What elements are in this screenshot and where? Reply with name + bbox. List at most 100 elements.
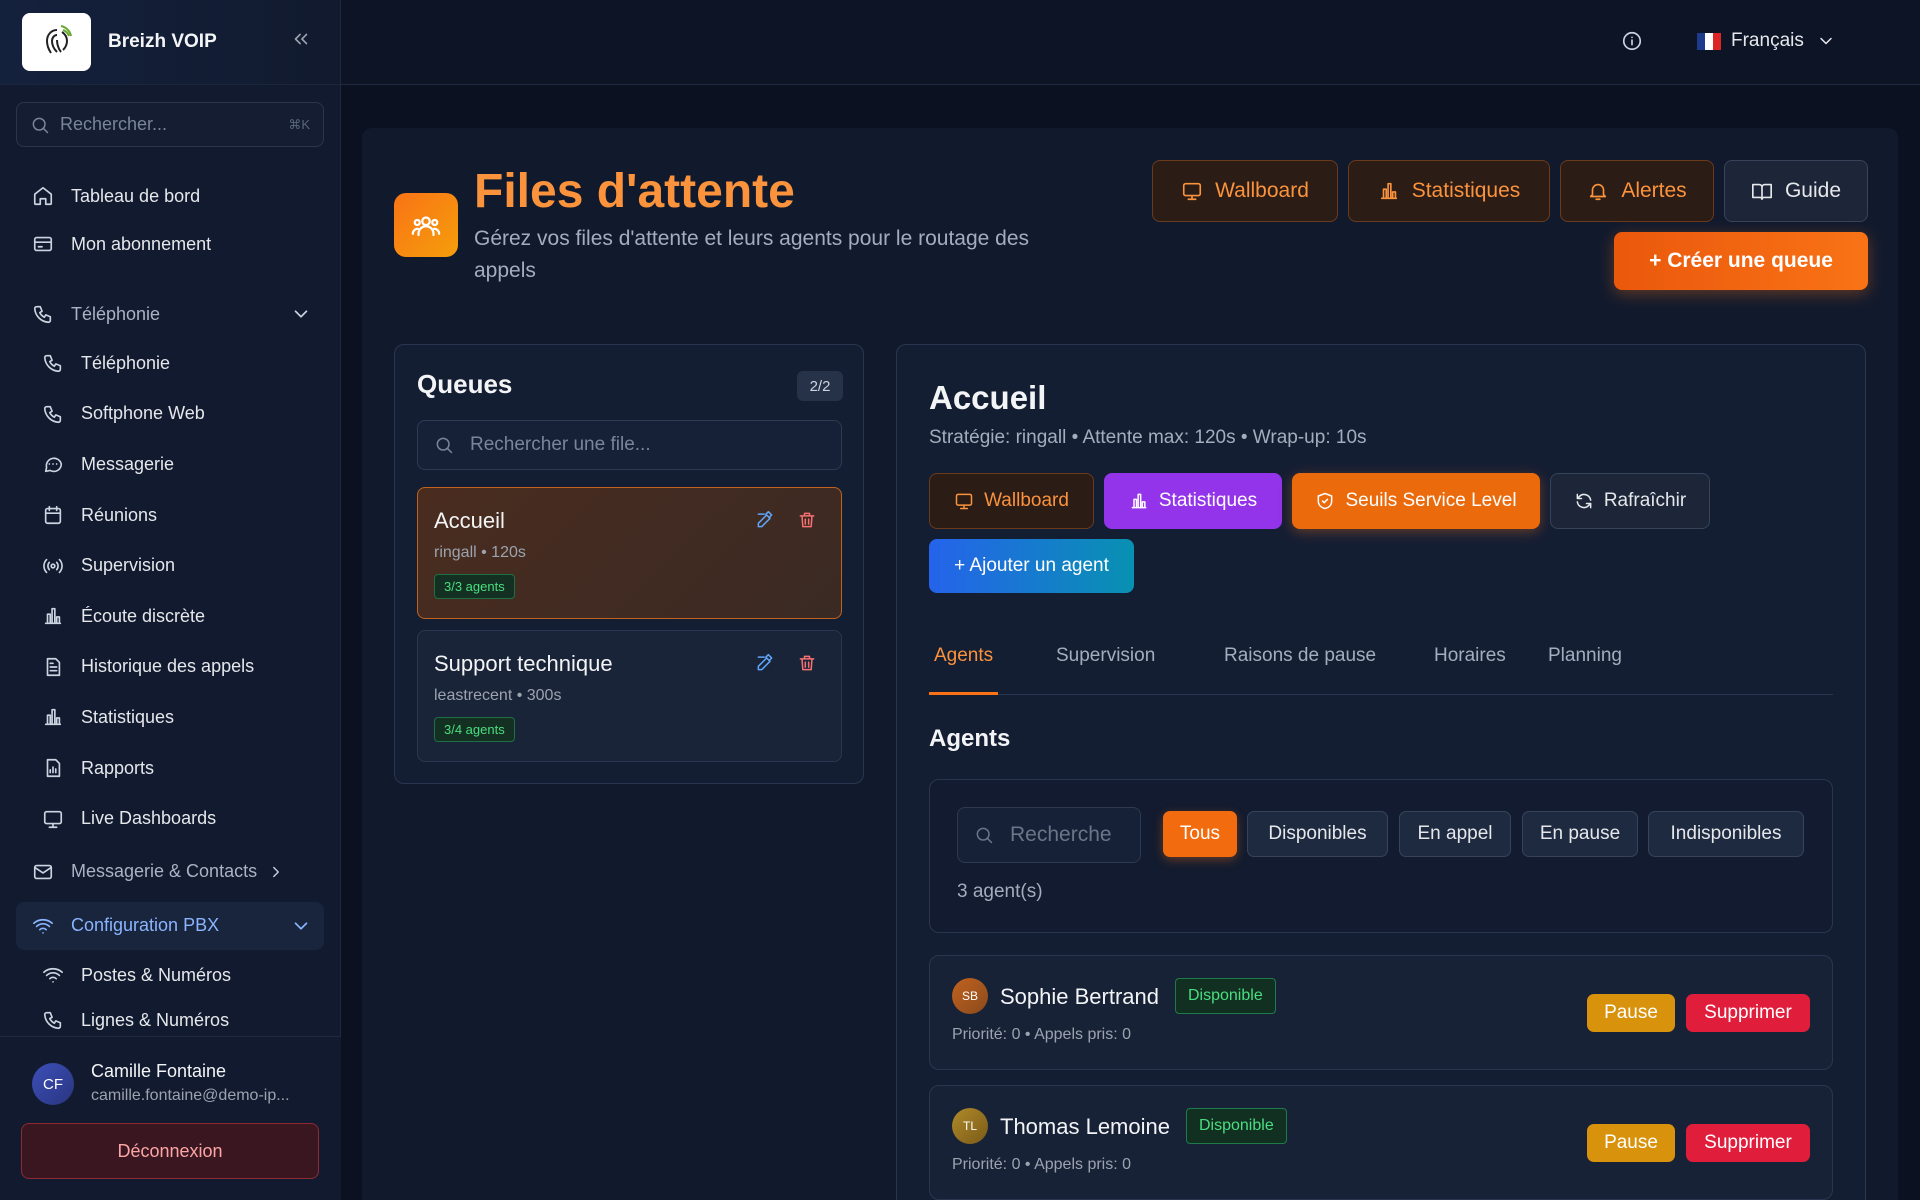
agent-search-input[interactable]: Recherche <box>957 807 1141 863</box>
status-badge: Disponible <box>1186 1108 1287 1144</box>
shield-check-icon <box>1318 492 1333 510</box>
page-title: Files d'attente <box>474 165 795 218</box>
pause-button[interactable]: Pause <box>1587 994 1675 1032</box>
tab-supervision[interactable]: Supervision <box>1051 645 1160 695</box>
queue-agents-badge: 3/3 agents <box>434 574 515 599</box>
file-chart-icon <box>46 758 61 778</box>
sidebar-item-label: Rapports <box>81 757 155 778</box>
filter-en-pause[interactable]: En pause <box>1522 811 1638 857</box>
sidebar-item-historique[interactable]: Historique des appels <box>16 642 324 693</box>
queues-count-badge: 2/2 <box>797 371 843 401</box>
statistics-button[interactable]: Statistiques <box>1348 160 1550 222</box>
wifi-icon <box>43 968 63 983</box>
alerts-button[interactable]: Alertes <box>1560 160 1714 222</box>
detail-statistics-label: Statistiques <box>1158 490 1258 511</box>
agent-count: 3 agent(s) <box>957 881 1043 902</box>
info-icon[interactable] <box>1621 30 1643 52</box>
guide-button[interactable]: Guide <box>1724 160 1868 222</box>
queue-card[interactable]: Support technique leastrecent • 300s 3/4… <box>417 630 842 762</box>
sidebar-item-label: Configuration PBX <box>71 915 220 936</box>
sidebar-item-label: Historique des appels <box>81 656 255 677</box>
bar-chart-icon <box>1131 493 1147 509</box>
app-logo[interactable] <box>22 13 91 71</box>
sidebar-item-softphone[interactable]: Softphone Web <box>16 389 324 440</box>
agent-avatar: TL <box>952 1108 988 1144</box>
calendar-icon <box>44 506 62 525</box>
sidebar-item-dashboard[interactable]: Tableau de bord <box>16 172 324 220</box>
sidebar-item-supervision[interactable]: Supervision <box>16 540 324 591</box>
language-selector[interactable]: Français <box>1697 30 1836 52</box>
topbar: Français <box>341 0 1920 85</box>
tab-agents[interactable]: Agents <box>929 645 999 695</box>
tab-raisons-pause[interactable]: Raisons de pause <box>1219 645 1381 695</box>
queue-card[interactable]: Accueil ringall • 120s 3/3 agents <box>417 487 842 619</box>
avatar[interactable]: CF <box>32 1063 74 1105</box>
phone-icon <box>43 355 62 373</box>
sidebar-item-reunions[interactable]: Réunions <box>16 490 324 541</box>
agent-avatar: SB <box>952 978 988 1014</box>
queue-meta: leastrecent • 300s <box>434 687 562 704</box>
edit-icon[interactable] <box>755 653 775 673</box>
service-level-label: Seuils Service Level <box>1345 490 1517 511</box>
detail-statistics-button[interactable]: Statistiques <box>1104 473 1282 529</box>
chevron-down-icon <box>294 922 308 930</box>
phone-icon <box>33 305 52 324</box>
search-icon <box>436 437 453 454</box>
guide-label: Guide <box>1784 179 1842 202</box>
sidebar-item-subscription[interactable]: Mon abonnement <box>16 220 324 268</box>
tab-horaires[interactable]: Horaires <box>1429 645 1511 695</box>
sidebar-item-telephonie[interactable]: Téléphonie <box>16 338 324 389</box>
sidebar-item-postes[interactable]: Postes & Numéros <box>16 950 324 1001</box>
user-email: camille.fontaine@demo-ip... <box>91 1087 290 1104</box>
filter-disponibles[interactable]: Disponibles <box>1247 811 1388 857</box>
filter-tous[interactable]: Tous <box>1163 811 1237 857</box>
search-icon <box>32 117 49 133</box>
bell-icon <box>1590 183 1607 201</box>
filter-indisponibles[interactable]: Indisponibles <box>1648 811 1804 857</box>
sidebar-item-messagerie[interactable]: Messagerie <box>16 439 324 490</box>
collapse-sidebar-icon[interactable] <box>290 28 312 50</box>
queue-search-placeholder: Rechercher une file... <box>470 434 651 455</box>
sidebar-group-messagerie-contacts[interactable]: Messagerie & Contacts <box>16 848 324 896</box>
delete-agent-button[interactable]: Supprimer <box>1686 1124 1810 1162</box>
create-queue-button[interactable]: + Créer une queue <box>1614 232 1868 290</box>
sidebar-item-label: Lignes & Numéros <box>81 1009 230 1030</box>
service-level-button[interactable]: Seuils Service Level <box>1292 473 1540 529</box>
filter-en-appel[interactable]: En appel <box>1399 811 1511 857</box>
sidebar-item-lignes[interactable]: Lignes & Numéros <box>16 1001 324 1031</box>
bar-chart-icon <box>1380 182 1397 200</box>
refresh-button[interactable]: Rafraîchir <box>1550 473 1710 529</box>
sidebar-item-rapports[interactable]: Rapports <box>16 743 324 794</box>
sidebar-group-telephonie[interactable]: Téléphonie <box>16 290 324 338</box>
detail-wallboard-button[interactable]: Wallboard <box>929 473 1094 529</box>
tab-planning[interactable]: Planning <box>1543 645 1627 695</box>
wallboard-button[interactable]: Wallboard <box>1152 160 1338 222</box>
sidebar-item-label: Écoute discrète <box>81 605 206 626</box>
queue-search-input[interactable]: Rechercher une file... <box>417 420 842 470</box>
sidebar-item-statistiques[interactable]: Statistiques <box>16 692 324 743</box>
add-agent-button[interactable]: + Ajouter un agent <box>929 539 1134 593</box>
sidebar-item-live-dashboards[interactable]: Live Dashboards <box>16 793 324 844</box>
trash-icon[interactable] <box>797 653 817 673</box>
app-name: Breizh VOIP <box>108 31 217 52</box>
radio-broadcast-icon <box>43 558 63 573</box>
sidebar-group-configuration-pbx[interactable]: Configuration PBX <box>16 901 324 950</box>
wallboard-label: Wallboard <box>1215 179 1309 202</box>
sidebar-item-label: Postes & Numéros <box>81 964 232 985</box>
agent-search-placeholder: Recherche <box>1010 823 1112 846</box>
agent-card: SB Sophie Bertrand Disponible Priorité: … <box>929 955 1833 1070</box>
language-label: Français <box>1731 30 1804 51</box>
sidebar-item-ecoute[interactable]: Écoute discrète <box>16 591 324 642</box>
sidebar-item-label: Téléphonie <box>81 352 171 373</box>
trash-icon[interactable] <box>797 510 817 530</box>
edit-icon[interactable] <box>755 510 775 530</box>
phone-icon <box>43 1011 62 1029</box>
sidebar-search[interactable]: Rechercher... ⌘K <box>16 102 324 147</box>
logout-button[interactable]: Déconnexion <box>21 1123 319 1179</box>
refresh-icon <box>1576 493 1592 509</box>
queues-panel: Queues 2/2 Rechercher une file... Accuei… <box>394 344 864 784</box>
delete-agent-button[interactable]: Supprimer <box>1686 994 1810 1032</box>
home-icon <box>33 186 53 206</box>
monitor-icon <box>955 493 973 510</box>
pause-button[interactable]: Pause <box>1587 1124 1675 1162</box>
